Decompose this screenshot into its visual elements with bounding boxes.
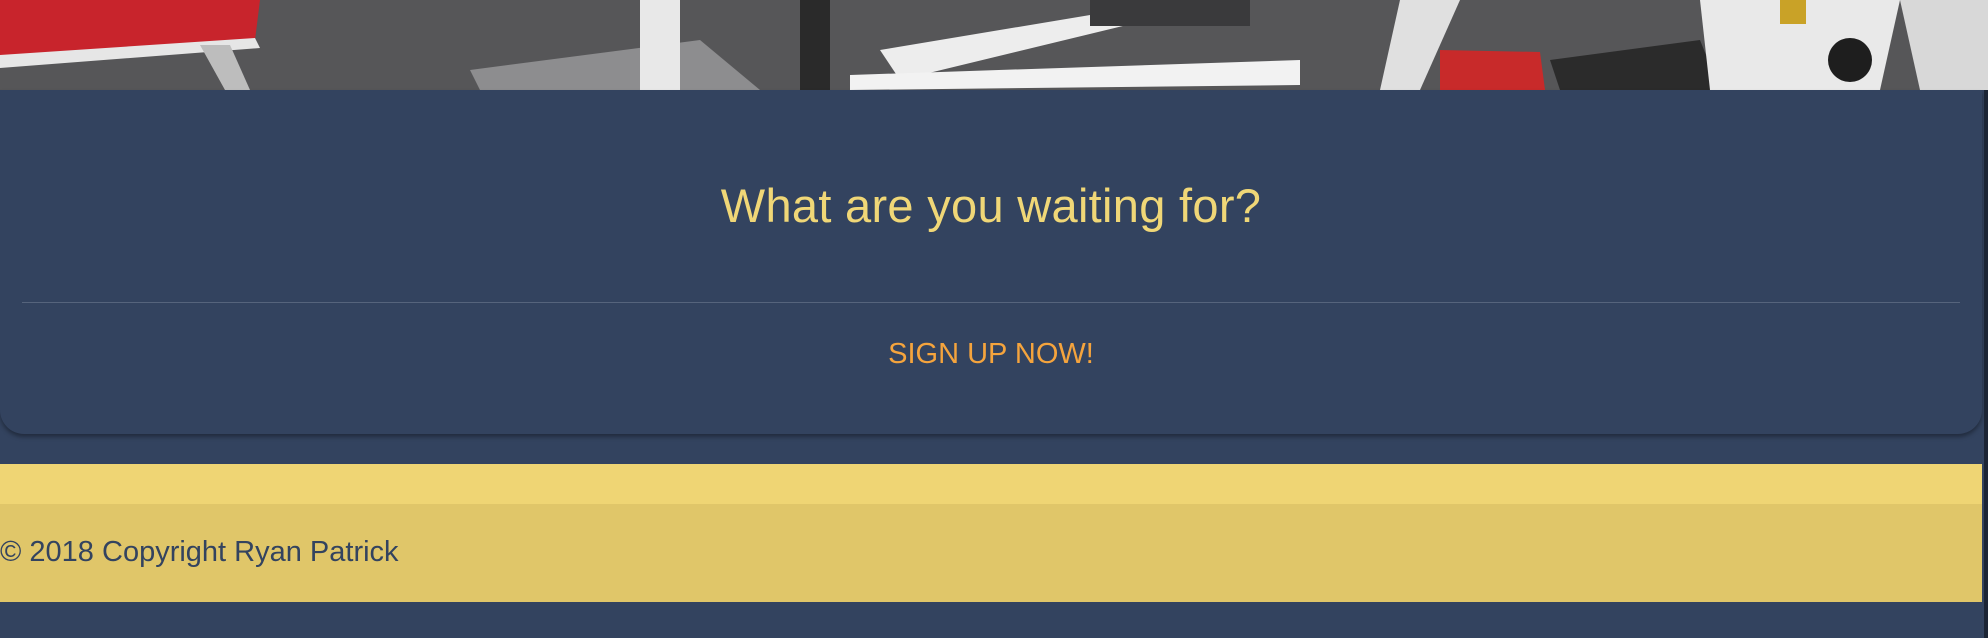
divider (22, 302, 1960, 303)
hero-gym-photo (0, 0, 1988, 90)
copyright-text: © 2018 Copyright Ryan Patrick (0, 536, 399, 568)
cta-heading: What are you waiting for? (720, 179, 1262, 232)
footer-accent-band (0, 464, 1982, 504)
window-edge (1984, 90, 1988, 638)
footer: © 2018 Copyright Ryan Patrick (0, 504, 1982, 602)
sign-up-button[interactable]: SIGN UP NOW! (0, 338, 1982, 371)
cta-card: What are you waiting for? SIGN UP NOW! (0, 90, 1982, 434)
page: What are you waiting for? SIGN UP NOW! ©… (0, 0, 1988, 638)
